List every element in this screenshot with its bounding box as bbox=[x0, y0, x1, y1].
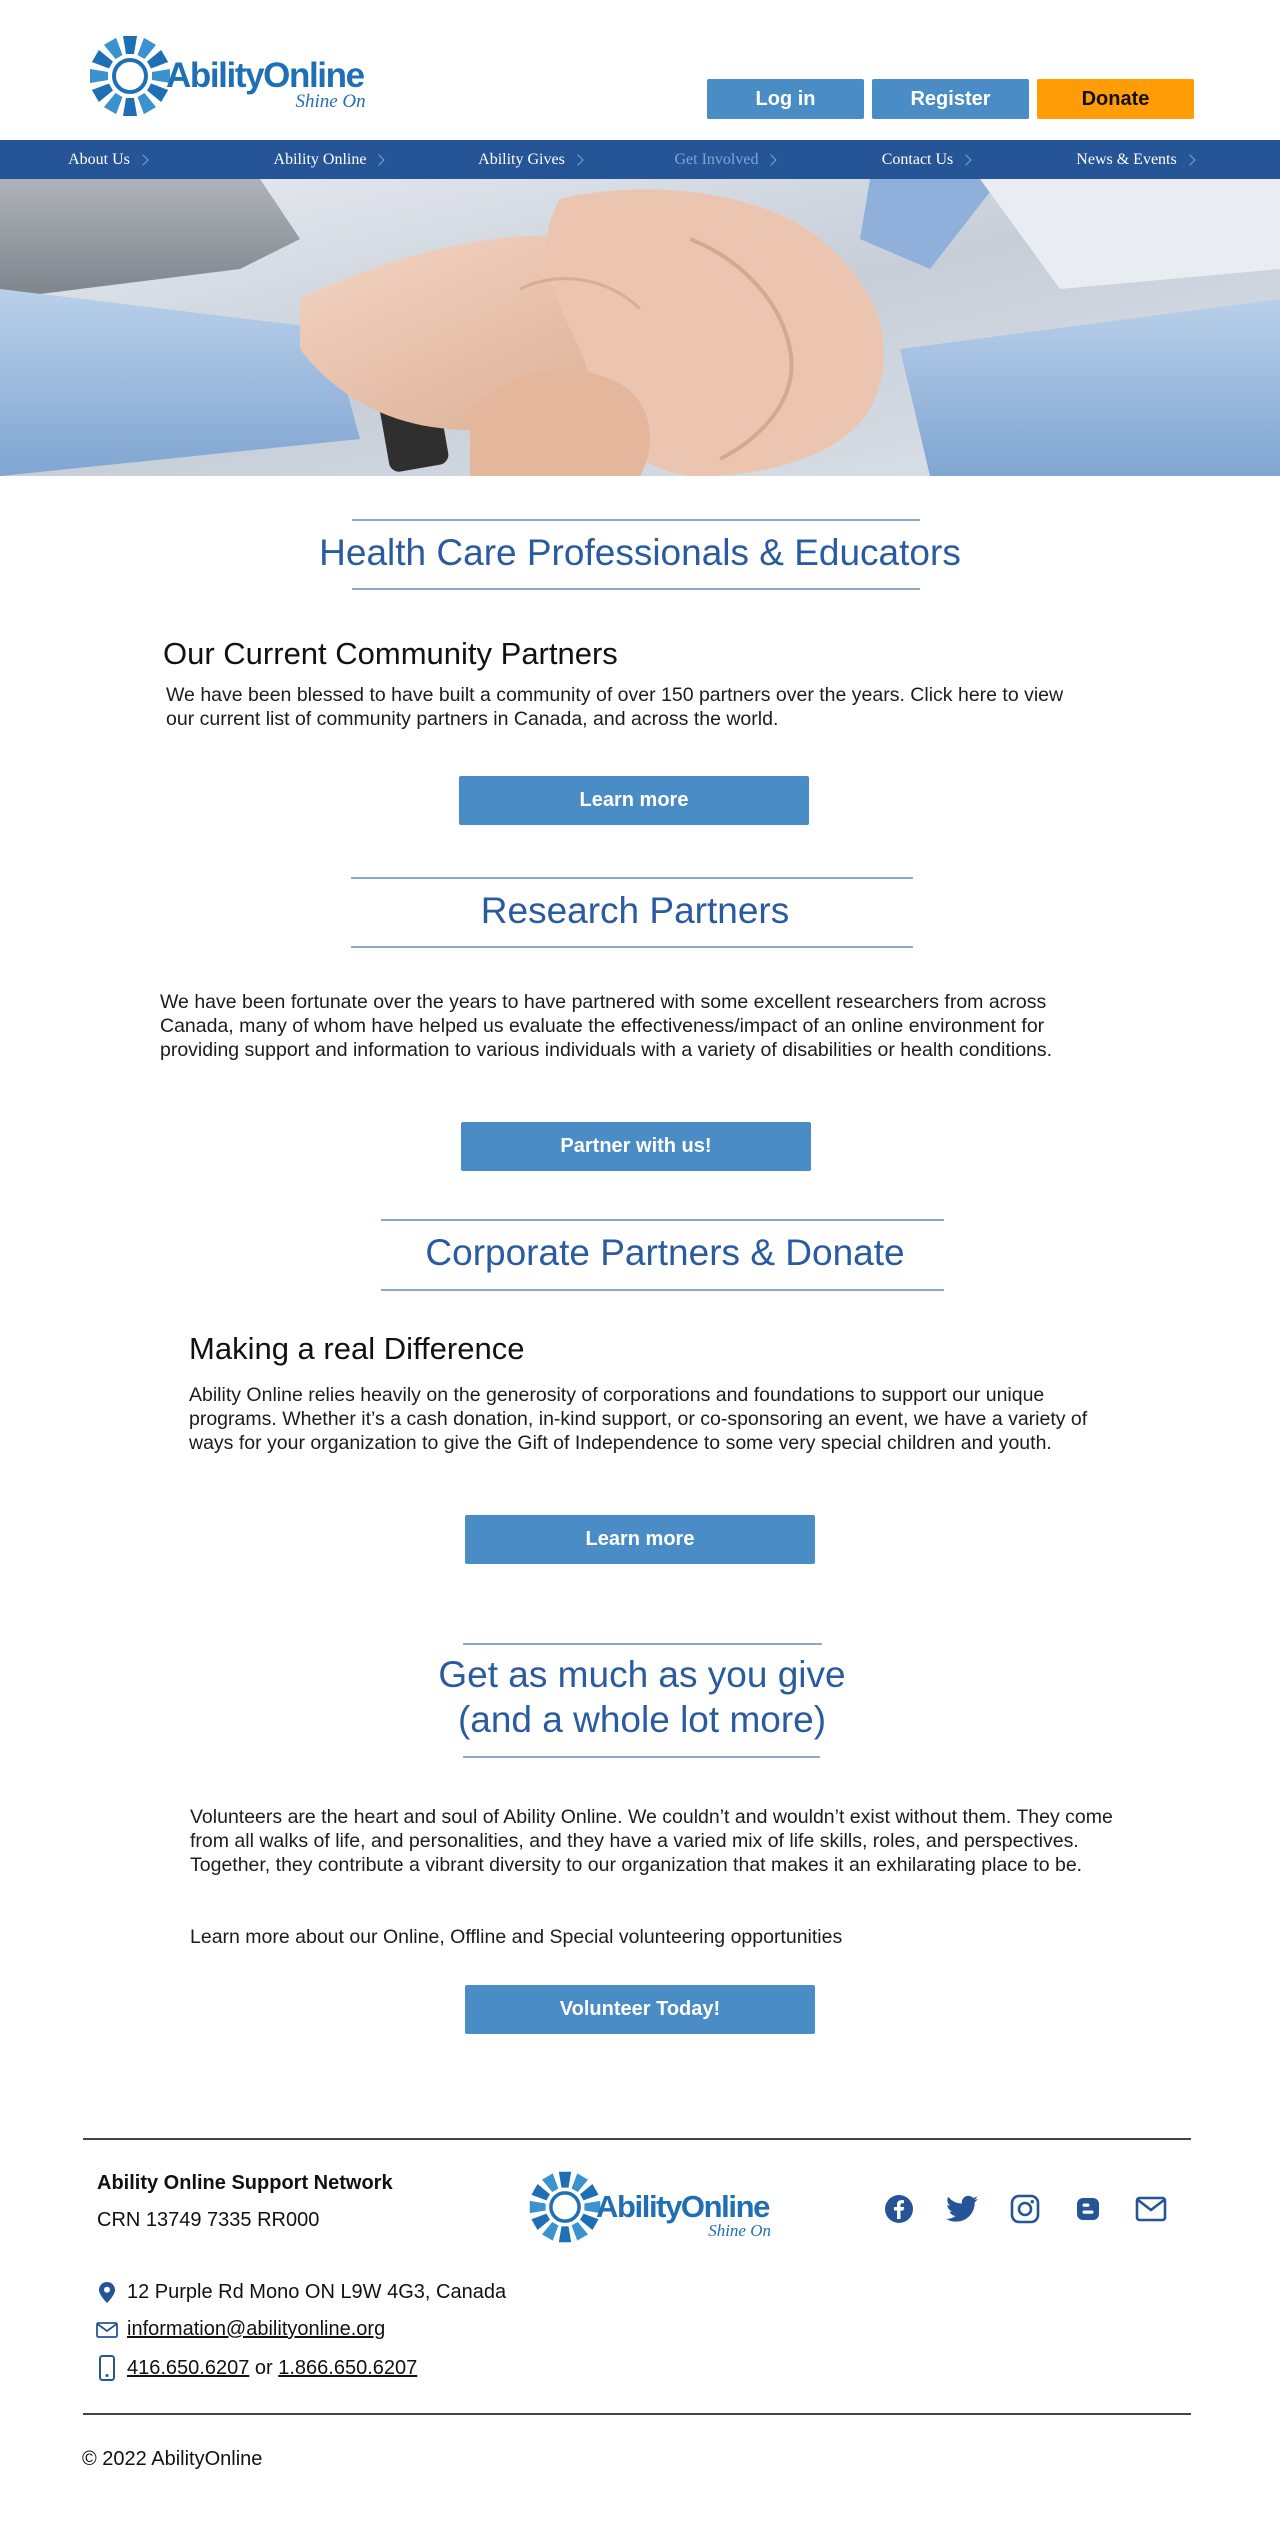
map-pin-icon bbox=[96, 2282, 118, 2303]
title-rule-top bbox=[381, 1219, 944, 1221]
section-title-volunteer-line2: (and a whole lot more) bbox=[457, 1699, 827, 1740]
logo-tagline: Shine On bbox=[295, 91, 366, 112]
main-nav: About Us Ability Online Ability Gives Ge… bbox=[0, 140, 1280, 179]
chevron-right-icon bbox=[765, 154, 778, 166]
nav-item-label: Contact Us bbox=[881, 150, 954, 168]
research-title-block: Research Partners bbox=[351, 888, 919, 938]
nav-item-ability-online[interactable]: Ability Online bbox=[215, 140, 442, 179]
learn-more-community-button[interactable]: Learn more bbox=[459, 776, 809, 825]
copyright-text: © 2022 AbilityOnline bbox=[82, 2448, 263, 2470]
logo-wordmark: AbilityOnline bbox=[596, 2189, 770, 2224]
facebook-icon[interactable] bbox=[882, 2192, 916, 2226]
account-actions: Log in Register Donate bbox=[707, 79, 1194, 119]
instagram-icon[interactable] bbox=[1008, 2192, 1042, 2226]
footer-crn: CRN 13749 7335 RR000 bbox=[97, 2209, 320, 2231]
nav-item-label: Ability Online bbox=[273, 150, 367, 168]
partner-with-us-button[interactable]: Partner with us! bbox=[461, 1122, 811, 1171]
footer-divider bbox=[83, 2413, 1191, 2415]
nav-item-news-events[interactable]: News & Events bbox=[1020, 140, 1250, 179]
title-rule-top bbox=[463, 1643, 822, 1645]
footer-divider bbox=[83, 2138, 1191, 2140]
research-partners-text: We have been fortunate over the years to… bbox=[160, 991, 1053, 1061]
nav-item-ability-gives[interactable]: Ability Gives bbox=[442, 140, 618, 179]
address-text: 12 Purple Rd Mono ON L9W 4G3, Canada bbox=[127, 2281, 507, 2303]
section-title-volunteer-line1: Get as much as you give bbox=[438, 1654, 846, 1695]
hero-image bbox=[0, 179, 1280, 476]
logo-tagline: Shine On bbox=[708, 2221, 771, 2240]
nav-item-about-us[interactable]: About Us bbox=[0, 140, 215, 179]
social-links bbox=[882, 2192, 1168, 2226]
envelope-icon bbox=[96, 2321, 118, 2338]
learn-more-corporate-button[interactable]: Learn more bbox=[465, 1515, 815, 1564]
title-rule-bottom bbox=[351, 946, 913, 948]
mail-icon[interactable] bbox=[1134, 2192, 1168, 2226]
chevron-right-icon bbox=[572, 154, 584, 166]
stacked-hands-illustration bbox=[0, 179, 1280, 476]
email-link[interactable]: information@abilityonline.org bbox=[127, 2318, 385, 2341]
phone-icon bbox=[96, 2355, 118, 2381]
title-rule-top bbox=[352, 519, 920, 521]
nav-item-get-involved[interactable]: Get Involved bbox=[618, 140, 832, 179]
donate-button[interactable]: Donate bbox=[1037, 79, 1194, 119]
phone-separator: or bbox=[249, 2356, 279, 2379]
subtitle-community-partners: Our Current Community Partners bbox=[163, 636, 618, 671]
chevron-right-icon bbox=[373, 154, 386, 166]
corporate-title-block: Corporate Partners & Donate bbox=[381, 1230, 949, 1280]
chevron-right-icon bbox=[960, 154, 972, 166]
volunteer-text: Volunteers are the heart and soul of Abi… bbox=[190, 1806, 1113, 1876]
logo-wordmark: AbilityOnline bbox=[166, 56, 365, 95]
logo-sunburst-icon bbox=[90, 36, 170, 116]
community-partners-text: We have been blessed to have built a com… bbox=[166, 684, 1064, 730]
section-title-research: Research Partners bbox=[480, 890, 790, 931]
logo-sunburst-icon bbox=[529, 2171, 601, 2243]
health-title-block: Health Care Professionals & Educators bbox=[200, 530, 1080, 580]
footer-phone: 416.650.6207 or 1.866.650.6207 bbox=[96, 2355, 417, 2381]
site-header: AbilityOnline Shine On Log in Register D… bbox=[0, 0, 1280, 140]
footer-email: information@abilityonline.org bbox=[96, 2318, 385, 2341]
blogger-icon[interactable] bbox=[1071, 2192, 1105, 2226]
nav-item-contact-us[interactable]: Contact Us bbox=[832, 140, 1020, 179]
title-rule-top bbox=[351, 877, 913, 879]
login-button[interactable]: Log in bbox=[707, 79, 864, 119]
site-logo[interactable]: AbilityOnline Shine On bbox=[88, 34, 366, 118]
twitter-icon[interactable] bbox=[945, 2192, 979, 2226]
title-rule-bottom bbox=[381, 1289, 944, 1291]
subtitle-real-difference: Making a real Difference bbox=[189, 1331, 525, 1366]
nav-item-label: News & Events bbox=[1076, 150, 1177, 168]
phone-link-tollfree[interactable]: 1.866.650.6207 bbox=[278, 2357, 417, 2380]
volunteer-opportunities-text: Learn more about our Online, Offline and… bbox=[190, 1926, 843, 1948]
footer-address: 12 Purple Rd Mono ON L9W 4G3, Canada bbox=[96, 2281, 506, 2304]
corporate-partners-text: Ability Online relies heavily on the gen… bbox=[189, 1384, 1088, 1454]
section-title-corporate: Corporate Partners & Donate bbox=[425, 1232, 905, 1273]
section-title-health-care: Health Care Professionals & Educators bbox=[319, 532, 961, 573]
title-rule-bottom bbox=[463, 1756, 820, 1758]
register-button[interactable]: Register bbox=[872, 79, 1029, 119]
chevron-right-icon bbox=[137, 154, 149, 166]
chevron-right-icon bbox=[1184, 154, 1196, 166]
title-rule-bottom bbox=[352, 588, 920, 590]
footer-logo[interactable]: AbilityOnline Shine On bbox=[528, 2170, 771, 2244]
nav-item-label: Ability Gives bbox=[478, 150, 565, 168]
volunteer-today-button[interactable]: Volunteer Today! bbox=[465, 1985, 815, 2034]
footer-org-name: Ability Online Support Network bbox=[97, 2172, 393, 2194]
nav-item-label: Get Involved bbox=[674, 150, 759, 168]
nav-item-label: About Us bbox=[68, 150, 130, 168]
phone-link-local[interactable]: 416.650.6207 bbox=[127, 2357, 249, 2380]
